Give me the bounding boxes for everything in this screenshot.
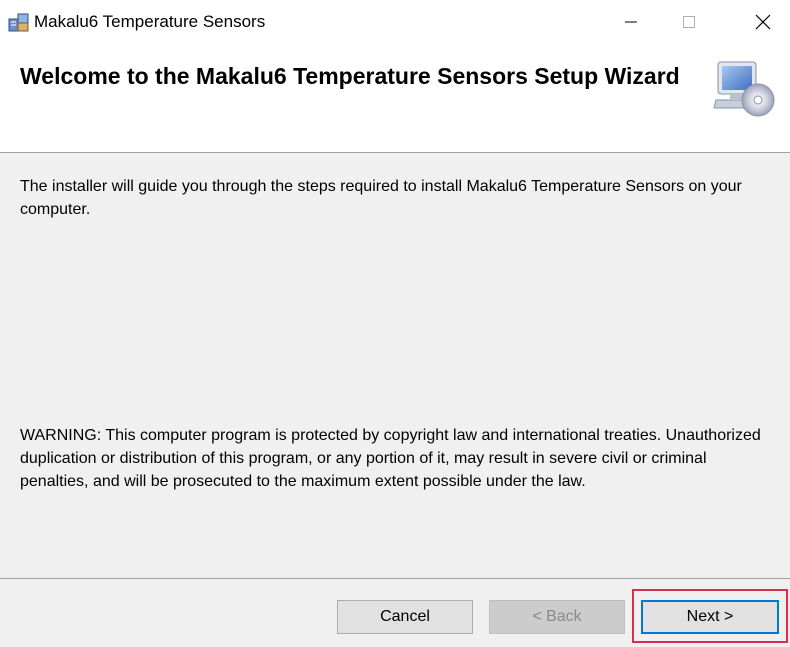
wizard-footer: Cancel < Back Next > xyxy=(0,578,790,647)
installer-app-icon xyxy=(8,13,29,32)
copyright-warning: WARNING: This computer program is protec… xyxy=(20,427,761,490)
maximize-button[interactable] xyxy=(666,0,712,44)
close-button[interactable] xyxy=(740,0,786,44)
computer-disc-icon xyxy=(713,61,775,117)
setup-wizard-window: Makalu6 Temperature Sensors Welcome to t… xyxy=(0,0,790,647)
wizard-header: Welcome to the Makalu6 Temperature Senso… xyxy=(0,44,790,153)
minimize-button[interactable] xyxy=(608,0,654,44)
window-title: Makalu6 Temperature Sensors xyxy=(34,12,266,31)
back-button[interactable]: < Back xyxy=(489,600,625,634)
minimize-icon xyxy=(625,21,637,23)
next-button[interactable]: Next > xyxy=(641,600,779,634)
intro-text: The installer will guide you through the… xyxy=(20,178,742,218)
close-icon xyxy=(755,14,771,30)
title-bar[interactable]: Makalu6 Temperature Sensors xyxy=(0,0,790,44)
wizard-content: The installer will guide you through the… xyxy=(0,153,790,578)
wizard-title: Welcome to the Makalu6 Temperature Senso… xyxy=(20,63,680,89)
maximize-icon xyxy=(683,16,695,28)
cancel-button[interactable]: Cancel xyxy=(337,600,473,634)
